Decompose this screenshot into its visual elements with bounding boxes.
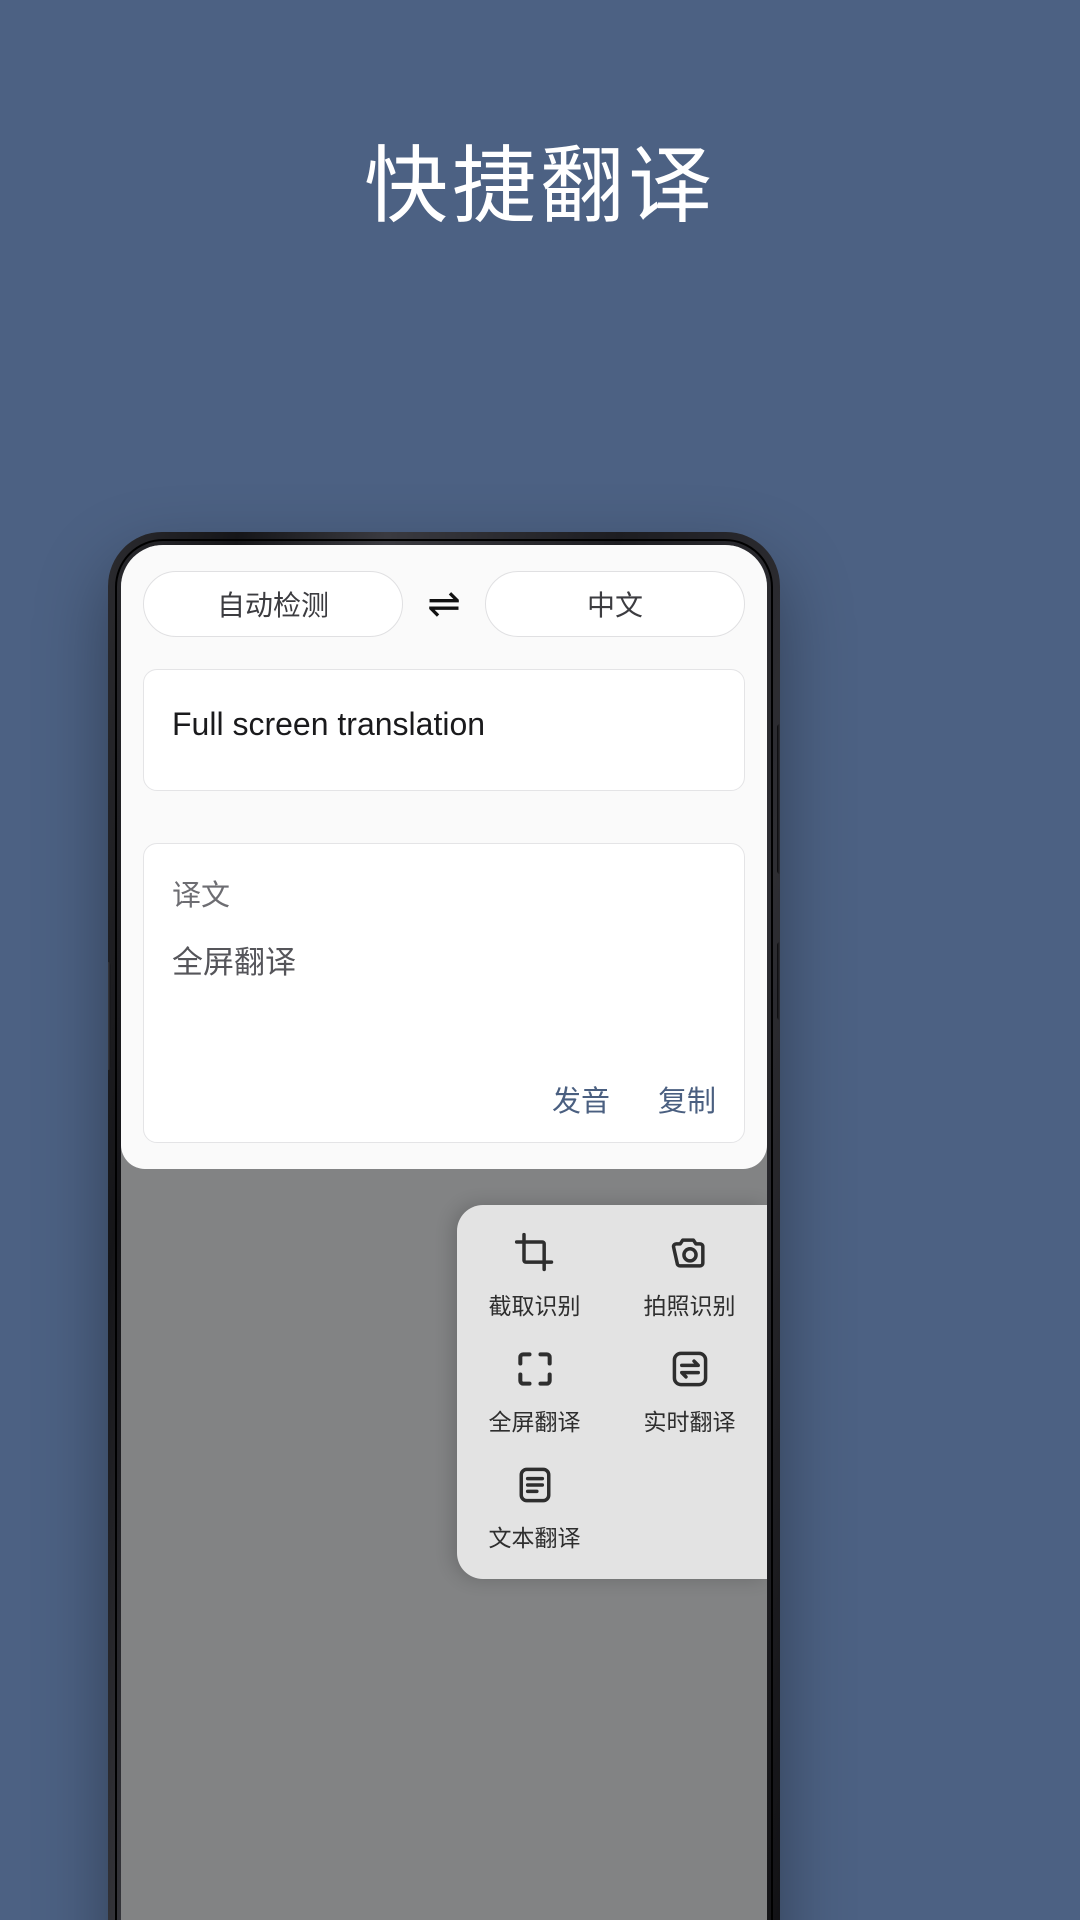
phone-power-button[interactable] bbox=[777, 942, 780, 1020]
swap-box-icon bbox=[668, 1347, 712, 1391]
fullscreen-icon bbox=[513, 1347, 557, 1391]
quick-action-menu: 截取识别 拍照识别 全屏翻译 实时翻译 文本翻译 bbox=[457, 1205, 767, 1579]
quick-action-photo-recognize[interactable]: 拍照识别 bbox=[612, 1231, 767, 1321]
phone-left-button[interactable] bbox=[108, 962, 111, 1070]
translation-result-actions: 发音 复制 bbox=[172, 1064, 716, 1120]
swap-horizontal-icon[interactable]: ⇌ bbox=[413, 584, 475, 624]
source-text-value: Full screen translation bbox=[172, 706, 486, 742]
phone-volume-button[interactable] bbox=[777, 724, 780, 874]
text-lines-icon bbox=[513, 1463, 557, 1507]
quick-action-label: 全屏翻译 bbox=[488, 1409, 581, 1435]
phone-mockup: 全屏翻译目标语言 中文 > 实时翻译识别语言 英文 > bbox=[108, 532, 780, 1920]
copy-button[interactable]: 复制 bbox=[658, 1078, 716, 1120]
translation-result-label: 译文 bbox=[172, 880, 231, 912]
quick-action-label: 文本翻译 bbox=[488, 1525, 581, 1551]
translation-result-card: 译文 全屏翻译 发音 复制 bbox=[143, 843, 745, 1143]
crop-icon bbox=[513, 1231, 557, 1275]
phone-screen: 全屏翻译目标语言 中文 > 实时翻译识别语言 英文 > bbox=[121, 545, 767, 1920]
source-text-input[interactable]: Full screen translation bbox=[143, 669, 745, 791]
quick-action-label: 实时翻译 bbox=[643, 1409, 736, 1435]
camera-icon bbox=[668, 1231, 712, 1275]
speak-button[interactable]: 发音 bbox=[552, 1078, 610, 1120]
language-selector-bar: 自动检测 ⇌ 中文 bbox=[143, 571, 745, 637]
target-language-button[interactable]: 中文 bbox=[485, 571, 745, 637]
quick-action-fullscreen-translate[interactable]: 全屏翻译 bbox=[457, 1347, 612, 1437]
quick-action-text-translate[interactable]: 文本翻译 bbox=[457, 1463, 612, 1553]
quick-action-realtime-translate[interactable]: 实时翻译 bbox=[612, 1347, 767, 1437]
quick-action-crop-recognize[interactable]: 截取识别 bbox=[457, 1231, 612, 1321]
translation-result-text: 全屏翻译 bbox=[172, 945, 296, 980]
page-title: 快捷翻译 bbox=[363, 139, 716, 233]
translate-panel: 自动检测 ⇌ 中文 Full screen translation 译文 全屏翻… bbox=[121, 545, 767, 1169]
screenshot-root: 快捷翻译 全屏翻译目标语言 中文 > bbox=[0, 0, 1080, 1920]
quick-action-label: 截取识别 bbox=[488, 1293, 581, 1319]
source-language-button[interactable]: 自动检测 bbox=[143, 571, 403, 637]
quick-action-label: 拍照识别 bbox=[643, 1293, 736, 1319]
